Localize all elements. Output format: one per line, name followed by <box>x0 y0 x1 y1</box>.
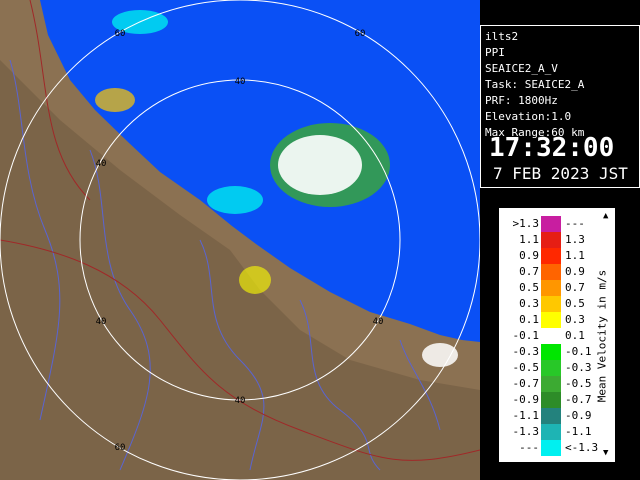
scan-mode: PPI <box>485 46 505 59</box>
legend-swatch <box>541 296 561 312</box>
legend-swatch <box>541 264 561 280</box>
legend-swatch <box>541 232 561 248</box>
legend-swatch <box>541 440 561 456</box>
legend-left-value: 0.7 <box>519 265 539 278</box>
legend-left-value: -0.5 <box>512 361 540 374</box>
range-label: 40 <box>373 317 384 327</box>
radar-ppi-map: 60 60 40 40 40 40 40 60 <box>0 0 480 480</box>
range-label: 60 <box>115 29 126 39</box>
legend-swatch <box>541 280 561 296</box>
legend-right-value: 0.1 <box>565 329 585 342</box>
legend-right-value: 1.1 <box>565 249 585 262</box>
legend-right-value: -1.1 <box>565 425 592 438</box>
legend-left-value: 0.9 <box>519 249 539 262</box>
legend-swatch <box>541 392 561 408</box>
legend-swatch <box>541 360 561 376</box>
info-panel: ilts2 PPI SEAICE2_A_V Task: SEAICE2_A PR… <box>480 25 640 188</box>
legend-left-value: --- <box>519 441 539 454</box>
range-label: 40 <box>235 77 246 87</box>
legend-left-value: -0.9 <box>512 393 540 406</box>
legend-left-value: 1.1 <box>519 233 539 246</box>
legend-left-value: -1.3 <box>512 425 540 438</box>
range-label: 40 <box>96 159 107 169</box>
product-name: SEAICE2_A_V <box>485 62 558 75</box>
legend-right-value: 0.9 <box>565 265 585 278</box>
legend-top-arrow-icon: ▲ <box>603 211 609 221</box>
legend-swatch <box>541 248 561 264</box>
legend-swatch <box>541 344 561 360</box>
legend-left-value: -1.1 <box>512 409 540 422</box>
legend-right-value: 1.3 <box>565 233 585 246</box>
legend-right-value: 0.3 <box>565 313 585 326</box>
legend-right-value: -0.3 <box>565 361 592 374</box>
scan-time: 17:32:00 <box>489 133 615 163</box>
task-name: Task: SEAICE2_A <box>485 78 585 91</box>
scan-date: 7 FEB 2023 JST <box>493 164 628 183</box>
range-label: 40 <box>235 396 246 406</box>
legend-swatch <box>541 312 561 328</box>
legend-left-value: -0.1 <box>512 329 540 342</box>
prf-value: PRF: 1800Hz <box>485 94 558 107</box>
range-label: 40 <box>96 317 107 327</box>
legend-swatch <box>541 328 561 344</box>
legend-right-value: 0.5 <box>565 297 585 310</box>
legend-left-value: -0.3 <box>512 345 540 358</box>
velocity-legend: >1.3 --- 1.1 1.3 0.9 1.1 0.7 0.9 0.5 0.7 0.3 0.5 0.1… <box>498 207 616 463</box>
legend-right-value: -0.1 <box>565 345 592 358</box>
legend-left-value: >1.3 <box>512 217 540 230</box>
range-label: 60 <box>115 443 126 453</box>
legend-bottom-arrow-icon: ▼ <box>603 448 609 458</box>
legend-swatch <box>541 216 561 232</box>
legend-left-value: 0.5 <box>519 281 539 294</box>
legend-right-value: <-1.3 <box>565 441 599 454</box>
legend-left-value: 0.1 <box>519 313 539 326</box>
legend-swatch <box>541 408 561 424</box>
legend-right-value: --- <box>565 217 585 230</box>
legend-swatch <box>541 424 561 440</box>
legend-left-value: -0.7 <box>512 377 540 390</box>
elevation-value: Elevation:1.0 <box>485 110 572 123</box>
legend-right-value: 0.7 <box>565 281 585 294</box>
legend-right-value: -0.5 <box>565 377 592 390</box>
range-label: 60 <box>355 29 366 39</box>
legend-right-value: -0.7 <box>565 393 592 406</box>
legend-swatch <box>541 376 561 392</box>
legend-unit-label: Mean Velocity in m/s <box>595 269 609 403</box>
legend-right-value: -0.9 <box>565 409 592 422</box>
legend-left-value: 0.3 <box>519 297 539 310</box>
site-name: ilts2 <box>485 30 519 43</box>
